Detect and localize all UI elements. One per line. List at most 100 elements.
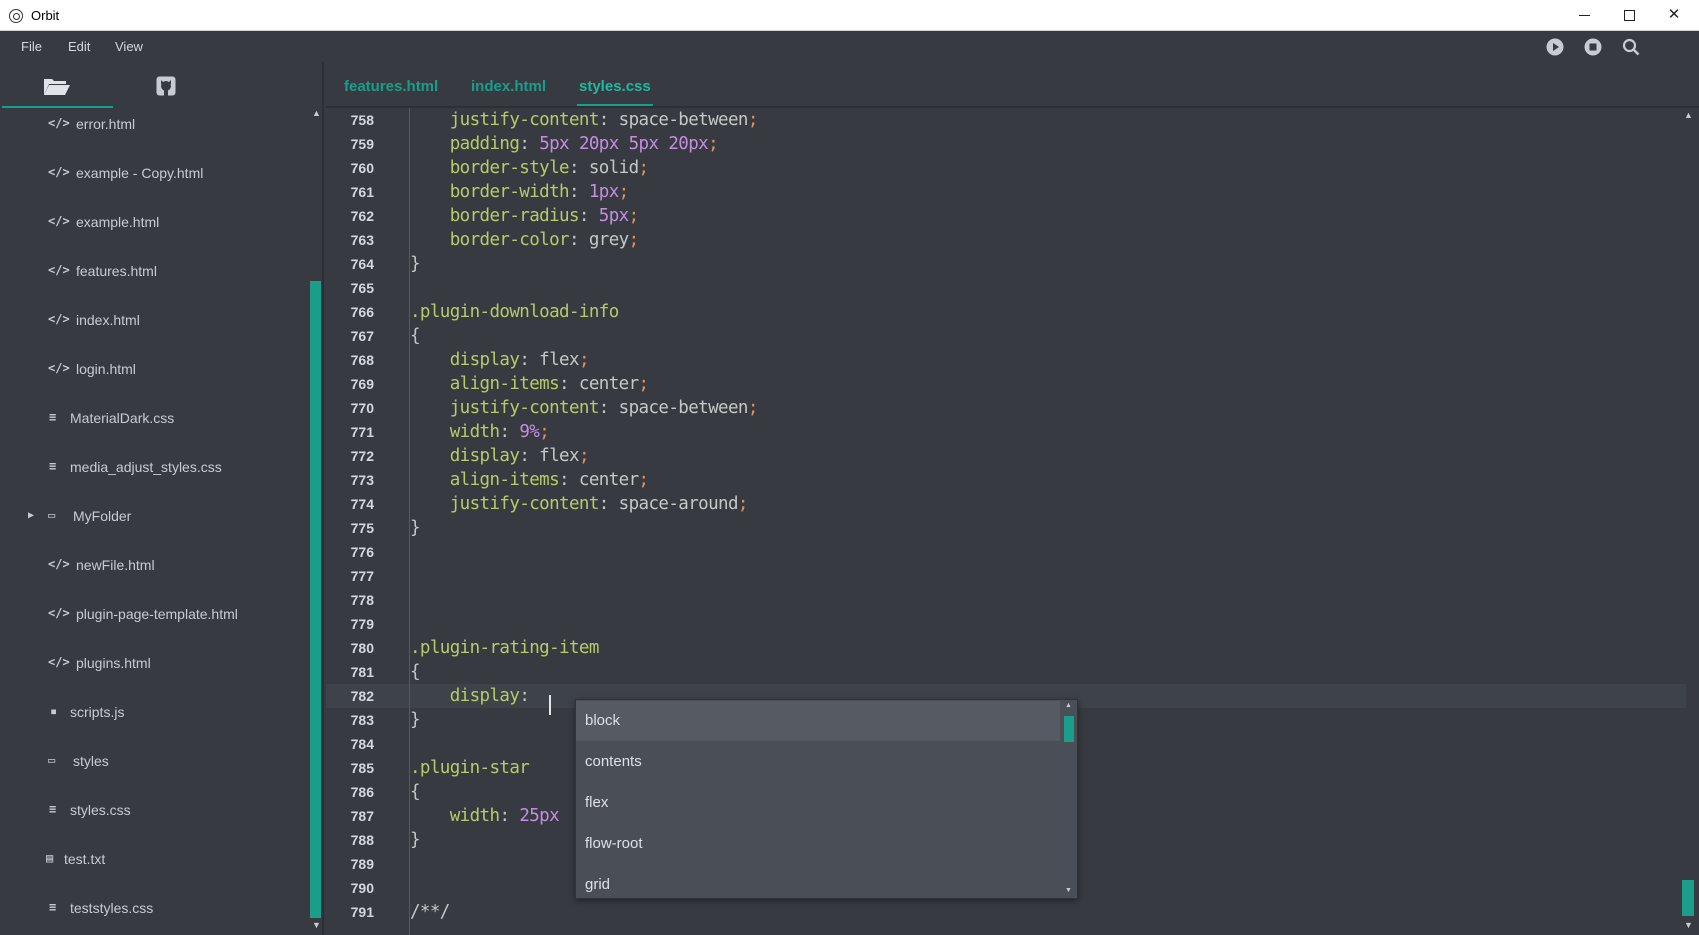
tab-styles-css[interactable]: styles.css	[579, 78, 651, 95]
code-line[interactable]: 762 border-radius: 5px;	[326, 204, 1686, 228]
tab-index-html[interactable]: index.html	[471, 78, 546, 95]
tab-files[interactable]	[2, 62, 113, 108]
line-number: 789	[350, 856, 374, 872]
file-item[interactable]: </> index.html	[0, 305, 305, 335]
code-line[interactable]: 778	[326, 588, 1686, 612]
code-file-icon: </>	[48, 557, 70, 571]
code-line[interactable]: 776	[326, 540, 1686, 564]
autocomplete-option[interactable]: contents	[576, 742, 1060, 782]
code-text: justify-content: space-between;	[449, 398, 759, 418]
autocomplete-scroll-up-icon[interactable]: ▲	[1065, 702, 1072, 709]
folder-open-icon	[44, 79, 70, 95]
code-text: }	[410, 254, 421, 274]
menu-edit[interactable]: Edit	[68, 39, 90, 54]
code-line[interactable]: 777	[326, 564, 1686, 588]
expand-caret-icon[interactable]: ▶	[28, 510, 34, 521]
file-list: </> error.html </> example - Copy.html </> ex…	[0, 108, 310, 935]
file-item[interactable]: ▭ styles	[0, 746, 305, 776]
file-item[interactable]: </> error.html	[0, 109, 305, 139]
file-item[interactable]: </> login.html	[0, 354, 305, 384]
file-item[interactable]: ≡ MaterialDark.css	[0, 403, 305, 433]
tab-features-html[interactable]: features.html	[344, 78, 438, 95]
file-item[interactable]: </> example.html	[0, 207, 305, 237]
code-text: justify-content: space-around;	[449, 494, 749, 514]
code-line[interactable]: 769 align-items: center;	[326, 372, 1686, 396]
code-line[interactable]: 781 {	[326, 660, 1686, 684]
file-item[interactable]: </> newFile.html	[0, 550, 305, 580]
file-item[interactable]: ▤ test.txt	[0, 844, 305, 874]
code-line[interactable]: 775}	[326, 516, 1686, 540]
file-item[interactable]: </> features.html	[0, 256, 305, 286]
scroll-up-arrow-icon[interactable]: ▲	[312, 108, 321, 118]
code-line[interactable]: 791 /**/	[326, 900, 1686, 924]
sidebar-scrollbar-thumb[interactable]	[310, 281, 321, 918]
file-name: example - Copy.html	[76, 165, 204, 181]
line-number: 762	[350, 208, 374, 224]
line-number: 774	[350, 496, 374, 512]
code-line[interactable]: 779	[326, 612, 1686, 636]
autocomplete-option[interactable]: flow-root	[576, 824, 1060, 864]
code-line[interactable]: 768 display: flex;	[326, 348, 1686, 372]
code-line[interactable]: 765	[326, 276, 1686, 300]
close-icon: ✕	[1667, 6, 1681, 23]
code-line[interactable]: 766 .plugin-download-info	[326, 300, 1686, 324]
file-item[interactable]: ▶ ▭ MyFolder	[0, 501, 305, 531]
play-icon[interactable]	[1546, 38, 1564, 56]
menu-view[interactable]: View	[115, 39, 143, 54]
line-number: 770	[350, 400, 374, 416]
line-number: 758	[350, 112, 374, 128]
code-line[interactable]: 780 .plugin-rating-item	[326, 636, 1686, 660]
line-number: 773	[350, 472, 374, 488]
code-text: border-radius: 5px;	[449, 206, 639, 226]
search-icon[interactable]	[1622, 38, 1640, 56]
autocomplete-scrollbar-thumb[interactable]	[1064, 716, 1074, 742]
editor-scrollbar-thumb[interactable]	[1682, 880, 1694, 916]
code-line[interactable]: 773 align-items: center;	[326, 468, 1686, 492]
code-text: border-width: 1px;	[449, 182, 629, 202]
file-name: MaterialDark.css	[70, 410, 175, 426]
editor-scroll-up-icon[interactable]: ▲	[1684, 110, 1693, 120]
autocomplete-option[interactable]: flex	[576, 783, 1060, 823]
line-number: 767	[350, 328, 374, 344]
line-number: 771	[350, 424, 374, 440]
code-line[interactable]: 763 border-color: grey;	[326, 228, 1686, 252]
close-button[interactable]: ✕	[1651, 0, 1697, 30]
file-name: example.html	[76, 214, 160, 230]
code-line[interactable]: 770 justify-content: space-between;	[326, 396, 1686, 420]
file-item[interactable]: </> example - Copy.html	[0, 158, 305, 188]
code-line[interactable]: 758 justify-content: space-between;	[326, 108, 1686, 132]
maximize-button[interactable]	[1606, 0, 1652, 30]
autocomplete-option[interactable]: block	[576, 701, 1060, 741]
file-name: login.html	[76, 361, 136, 377]
maximize-icon	[1623, 9, 1635, 21]
code-line[interactable]: 774 justify-content: space-around;	[326, 492, 1686, 516]
editor-scroll-down-icon[interactable]: ▼	[1684, 920, 1693, 930]
autocomplete-option[interactable]: grid	[576, 865, 1060, 898]
minimize-button[interactable]	[1561, 0, 1607, 30]
file-item[interactable]: </> plugins.html	[0, 648, 305, 678]
scroll-down-arrow-icon[interactable]: ▼	[312, 920, 321, 930]
code-text: .plugin-download-info	[410, 302, 619, 322]
autocomplete-popup: ▲ ▼ block contents flex flow-root grid	[575, 699, 1078, 899]
tab-github[interactable]	[113, 62, 224, 108]
line-number: 761	[350, 184, 374, 200]
file-item[interactable]: </> plugin-page-template.html	[0, 599, 305, 629]
file-item[interactable]: ≡ media_adjust_styles.css	[0, 452, 305, 482]
code-line[interactable]: 760 border-style: solid;	[326, 156, 1686, 180]
code-line[interactable]: 772 display: flex;	[326, 444, 1686, 468]
code-line[interactable]: 767 {	[326, 324, 1686, 348]
file-name: styles	[73, 753, 109, 769]
autocomplete-scroll-down-icon[interactable]: ▼	[1065, 887, 1072, 894]
code-text: display: flex;	[449, 446, 590, 466]
code-text: /**/	[410, 902, 450, 922]
menu-file[interactable]: File	[21, 39, 42, 54]
code-line[interactable]: 771 width: 9%;	[326, 420, 1686, 444]
code-line[interactable]: 764}	[326, 252, 1686, 276]
file-item[interactable]: ≡ styles.css	[0, 795, 305, 825]
code-line[interactable]: 759 padding: 5px 20px 5px 20px;	[326, 132, 1686, 156]
code-text: align-items: center;	[449, 374, 649, 394]
file-item[interactable]: ≡ teststyles.css	[0, 893, 305, 923]
file-item[interactable]: ▪ scripts.js	[0, 697, 305, 727]
code-line[interactable]: 761 border-width: 1px;	[326, 180, 1686, 204]
stop-icon[interactable]	[1584, 38, 1602, 56]
